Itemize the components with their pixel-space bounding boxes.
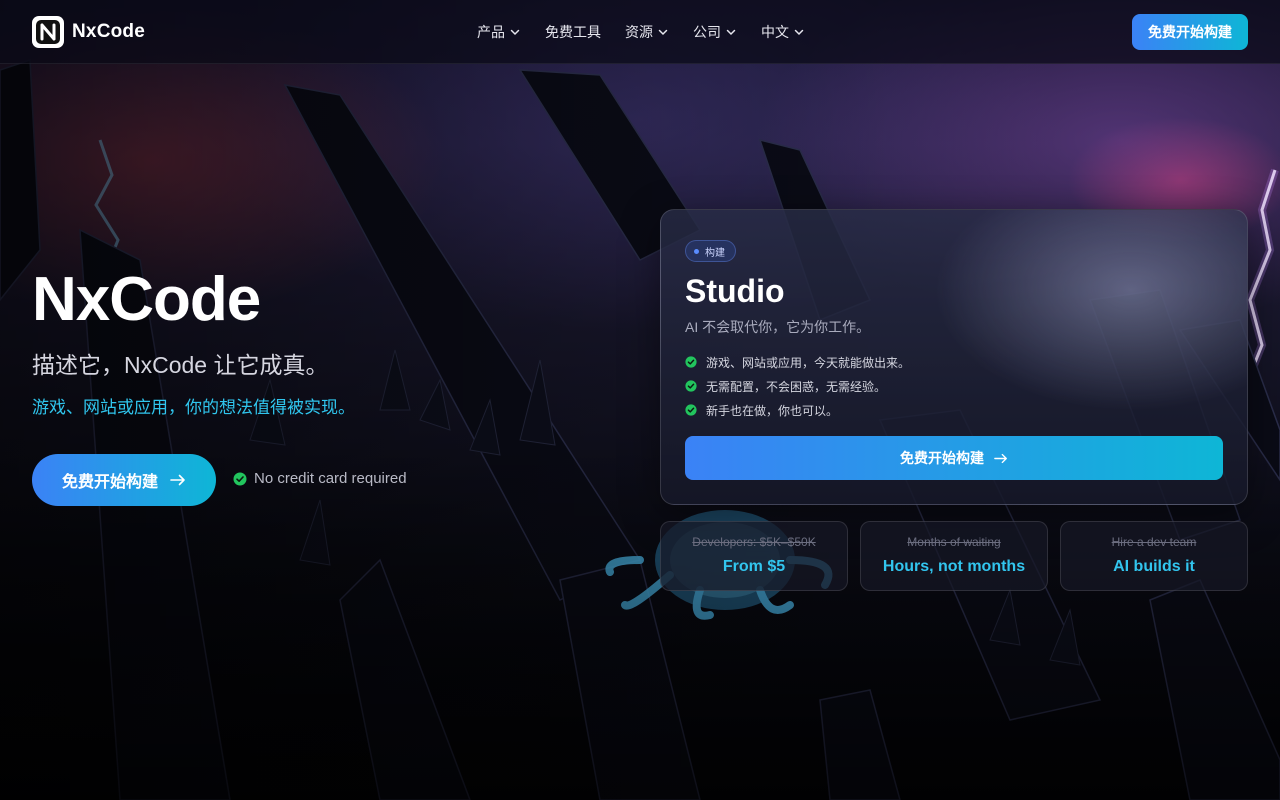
check-circle-icon: [233, 472, 247, 485]
feature-text: 游戏、网站或应用，今天就能做出来。: [706, 355, 911, 370]
badge-label: 构建: [705, 247, 725, 259]
hero-subtitle: 描述它，NxCode 让它成真。: [32, 352, 329, 378]
hero-title: NxCode: [32, 265, 261, 334]
stat-old-text: Developers: $5K–$50K: [692, 535, 816, 549]
card-title: Studio: [685, 273, 785, 309]
arrow-right-icon: [994, 453, 1007, 463]
chevron-down-icon: [794, 29, 804, 36]
stat-card-cost: Developers: $5K–$50K From $5: [660, 521, 848, 591]
nav-item-label: 产品: [477, 24, 505, 40]
nav-item-language[interactable]: 中文: [761, 22, 805, 42]
studio-card: 构建 Studio AI 不会取代你，它为你工作。 游戏、网站或应用，今天就能做…: [660, 209, 1248, 505]
stat-new-text: AI builds it: [1113, 558, 1195, 575]
nav-item-label: 中文: [761, 24, 789, 40]
stat-old-text: Hire a dev team: [1111, 535, 1197, 549]
stat-new-text: From $5: [722, 558, 786, 575]
nav-item-resources[interactable]: 资源: [625, 22, 669, 42]
card-start-building-button[interactable]: 免费开始构建: [685, 436, 1223, 480]
nav-item-label: 免费工具: [545, 24, 601, 40]
hero-start-building-button[interactable]: 免费开始构建: [32, 454, 216, 506]
no-credit-card-note: No credit card required: [233, 470, 407, 487]
check-circle-icon: [685, 380, 697, 392]
arrow-right-icon: [170, 474, 185, 486]
hero-cta-label: 免费开始构建: [61, 474, 158, 491]
feature-item: 无需配置，不会困惑，无需经验。: [685, 374, 910, 398]
no-credit-card-text: No credit card required: [254, 470, 407, 487]
build-badge: 构建: [685, 240, 736, 262]
stat-card-team: Hire a dev team AI builds it: [1060, 521, 1248, 591]
feature-item: 新手也在做，你也可以。: [685, 398, 910, 422]
card-cta-label: 免费开始构建: [900, 450, 984, 466]
stat-card-time: Months of waiting Hours, not months: [860, 521, 1048, 591]
feature-list: 游戏、网站或应用，今天就能做出来。 无需配置，不会困惑，无需经验。 新手也在做，…: [685, 350, 910, 422]
chevron-down-icon: [510, 29, 520, 36]
nav-item-label: 公司: [693, 24, 721, 40]
nav-item-products[interactable]: 产品: [477, 22, 521, 42]
feature-text: 无需配置，不会困惑，无需经验。: [706, 379, 887, 394]
feature-item: 游戏、网站或应用，今天就能做出来。: [685, 350, 910, 374]
stat-old-text: Months of waiting: [907, 535, 1001, 549]
feature-text: 新手也在做，你也可以。: [706, 403, 839, 418]
check-circle-icon: [685, 356, 697, 368]
main-nav: 产品 免费工具 资源 公司 中文: [477, 22, 805, 42]
check-circle-icon: [685, 404, 697, 416]
chevron-down-icon: [658, 29, 668, 36]
brand-name: NxCode: [72, 21, 145, 42]
nx-logo-icon: [32, 16, 64, 48]
badge-dot-icon: [694, 248, 699, 254]
nav-item-label: 资源: [625, 24, 653, 40]
nav-start-building-button[interactable]: 免费开始构建: [1132, 14, 1248, 50]
nav-item-company[interactable]: 公司: [693, 22, 737, 42]
card-subtitle: AI 不会取代你，它为你工作。: [685, 319, 871, 335]
hero-tagline: 游戏、网站或应用，你的想法值得被实现。: [32, 398, 355, 417]
chevron-down-icon: [726, 29, 736, 36]
stat-new-text: Hours, not months: [882, 558, 1026, 575]
nav-item-free-tools[interactable]: 免费工具: [545, 22, 601, 42]
hero-background: NxCode 产品 免费工具 资源 公司 中文 免费开始构建 NxCode 描述…: [0, 0, 1280, 800]
top-navbar: NxCode 产品 免费工具 资源 公司 中文 免费开始构建: [0, 0, 1280, 64]
brand-logo[interactable]: NxCode: [32, 16, 145, 48]
